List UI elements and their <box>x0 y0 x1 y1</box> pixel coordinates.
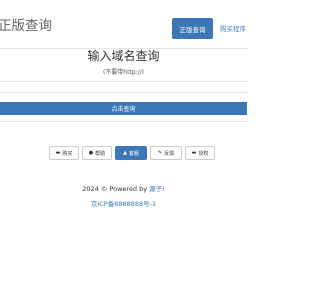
page-subtitle: (不要带http://) <box>102 69 145 76</box>
auth-label: 授权 <box>198 150 209 157</box>
input-top-border <box>0 81 247 82</box>
input-bottom-border <box>0 92 247 93</box>
buy-program-link[interactable]: 购买程序 <box>220 23 246 33</box>
icp-link[interactable]: 京ICP备8888888号-1 <box>0 198 247 208</box>
domain-input[interactable] <box>0 83 247 91</box>
query-button[interactable]: 点击查询 <box>0 102 247 115</box>
brand-title[interactable]: 正版查询 <box>0 14 52 34</box>
copyright-text: 2024 © Powered by <box>82 185 150 193</box>
feedback-label: 反馈 <box>164 150 175 157</box>
page-title: 输入域名查询 <box>87 49 160 63</box>
help-button[interactable]: ● 帮助 <box>82 146 112 160</box>
toolbar: ▬ 购买 ● 帮助 ▲ 客服 ✎ 反馈 ▬ 授权 <box>49 146 215 160</box>
footer-copyright: 2024 © Powered by 源子! <box>0 183 247 193</box>
service-button[interactable]: ▲ 客服 <box>115 146 147 160</box>
auth-icon: ▬ <box>191 150 197 156</box>
user-icon: ▲ <box>123 150 127 156</box>
genuine-query-button[interactable]: 正版查询 <box>172 18 213 39</box>
buy-icon: ▬ <box>55 150 61 156</box>
auth-button[interactable]: ▬ 授权 <box>185 146 215 160</box>
feedback-button[interactable]: ✎ 反馈 <box>150 146 182 160</box>
help-icon: ● <box>88 150 94 156</box>
powered-by-link[interactable]: 源子! <box>149 185 165 193</box>
buy-label: 购买 <box>62 150 73 157</box>
help-label: 帮助 <box>95 150 106 157</box>
header: 正版查询 正版查询 购买程序 <box>0 0 247 49</box>
service-label: 客服 <box>128 150 139 157</box>
divider <box>0 121 247 122</box>
edit-icon: ✎ <box>157 150 163 156</box>
buy-button[interactable]: ▬ 购买 <box>49 146 79 160</box>
